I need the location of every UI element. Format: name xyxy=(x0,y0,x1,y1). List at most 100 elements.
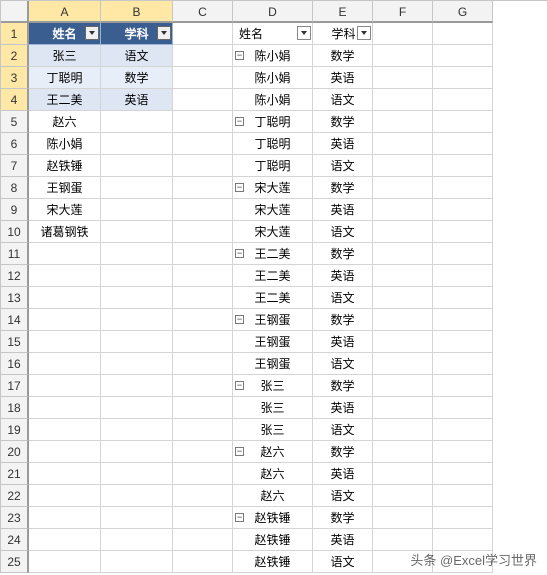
pivot-name-cell[interactable]: 王二美 xyxy=(233,265,313,287)
row-header-22[interactable]: 22 xyxy=(1,485,29,507)
empty-cell[interactable] xyxy=(29,397,101,419)
empty-cell[interactable] xyxy=(433,287,493,309)
empty-cell[interactable] xyxy=(433,133,493,155)
empty-cell[interactable] xyxy=(373,485,433,507)
empty-cell[interactable] xyxy=(373,89,433,111)
empty-cell[interactable] xyxy=(173,67,233,89)
empty-cell[interactable] xyxy=(373,529,433,551)
row-header-4[interactable]: 4 xyxy=(1,89,29,111)
row-header-23[interactable]: 23 xyxy=(1,507,29,529)
empty-cell[interactable] xyxy=(173,199,233,221)
empty-cell[interactable] xyxy=(173,463,233,485)
empty-cell[interactable] xyxy=(173,23,233,45)
empty-cell[interactable] xyxy=(101,529,173,551)
collapse-icon[interactable]: − xyxy=(235,249,244,258)
pivot-name-cell[interactable]: −赵六 xyxy=(233,441,313,463)
empty-cell[interactable] xyxy=(101,551,173,573)
empty-cell[interactable] xyxy=(101,331,173,353)
table-ab-cell[interactable]: 宋大莲 xyxy=(29,199,101,221)
table-ab-cell[interactable]: 张三 xyxy=(29,45,101,67)
row-header-7[interactable]: 7 xyxy=(1,155,29,177)
col-header-F[interactable]: F xyxy=(373,1,433,23)
empty-cell[interactable] xyxy=(433,221,493,243)
empty-cell[interactable] xyxy=(29,419,101,441)
table-ab-cell[interactable]: 赵铁锤 xyxy=(29,155,101,177)
row-header-9[interactable]: 9 xyxy=(1,199,29,221)
empty-cell[interactable] xyxy=(373,23,433,45)
table-ab-cell[interactable]: 丁聪明 xyxy=(29,67,101,89)
pivot-name-cell[interactable]: 丁聪明 xyxy=(233,155,313,177)
empty-cell[interactable] xyxy=(101,309,173,331)
pivot-subject-cell[interactable]: 数学 xyxy=(313,45,373,67)
empty-cell[interactable] xyxy=(173,177,233,199)
pivot-name-cell[interactable]: 宋大莲 xyxy=(233,221,313,243)
row-header-2[interactable]: 2 xyxy=(1,45,29,67)
empty-cell[interactable] xyxy=(173,397,233,419)
col-header-A[interactable]: A xyxy=(29,1,101,23)
empty-cell[interactable] xyxy=(173,45,233,67)
pivot-subject-cell[interactable]: 语文 xyxy=(313,419,373,441)
empty-cell[interactable] xyxy=(373,309,433,331)
row-header-5[interactable]: 5 xyxy=(1,111,29,133)
pivot-name-cell[interactable]: −丁聪明 xyxy=(233,111,313,133)
pivot-subject-cell[interactable]: 英语 xyxy=(313,397,373,419)
empty-cell[interactable] xyxy=(101,265,173,287)
empty-cell[interactable] xyxy=(173,221,233,243)
empty-cell[interactable] xyxy=(433,265,493,287)
empty-cell[interactable] xyxy=(29,551,101,573)
pivot-subject-cell[interactable]: 语文 xyxy=(313,89,373,111)
pivot-name-cell[interactable]: −陈小娟 xyxy=(233,45,313,67)
pivot-subject-cell[interactable]: 数学 xyxy=(313,507,373,529)
empty-cell[interactable] xyxy=(173,441,233,463)
pivot-name-cell[interactable]: 丁聪明 xyxy=(233,133,313,155)
corner-cell[interactable] xyxy=(1,1,29,23)
pivot-subject-cell[interactable]: 英语 xyxy=(313,331,373,353)
row-header-11[interactable]: 11 xyxy=(1,243,29,265)
empty-cell[interactable] xyxy=(433,155,493,177)
pivot-name-cell[interactable]: −王二美 xyxy=(233,243,313,265)
row-header-3[interactable]: 3 xyxy=(1,67,29,89)
empty-cell[interactable] xyxy=(433,397,493,419)
empty-cell[interactable] xyxy=(373,441,433,463)
empty-cell[interactable] xyxy=(29,243,101,265)
empty-cell[interactable] xyxy=(173,287,233,309)
empty-cell[interactable] xyxy=(373,155,433,177)
pivot-subject-cell[interactable]: 数学 xyxy=(313,243,373,265)
row-header-20[interactable]: 20 xyxy=(1,441,29,463)
empty-cell[interactable] xyxy=(433,177,493,199)
pivot-subject-cell[interactable]: 语文 xyxy=(313,287,373,309)
table-ab-cell[interactable]: 陈小娟 xyxy=(29,133,101,155)
table-ab-cell[interactable]: 数学 xyxy=(101,67,173,89)
row-header-25[interactable]: 25 xyxy=(1,551,29,573)
empty-cell[interactable] xyxy=(373,419,433,441)
pivot-name-cell[interactable]: 王钢蛋 xyxy=(233,353,313,375)
empty-cell[interactable] xyxy=(433,419,493,441)
empty-cell[interactable] xyxy=(29,463,101,485)
pivot-subject-cell[interactable]: 语文 xyxy=(313,485,373,507)
empty-cell[interactable] xyxy=(173,485,233,507)
empty-cell[interactable] xyxy=(29,529,101,551)
row-header-15[interactable]: 15 xyxy=(1,331,29,353)
pivot-subject-cell[interactable]: 英语 xyxy=(313,529,373,551)
empty-cell[interactable] xyxy=(173,331,233,353)
pivot-subject-cell[interactable]: 数学 xyxy=(313,111,373,133)
pivot-name-cell[interactable]: 陈小娟 xyxy=(233,89,313,111)
pivot-name-cell[interactable]: 陈小娟 xyxy=(233,67,313,89)
table-ab-cell[interactable] xyxy=(101,133,173,155)
row-header-16[interactable]: 16 xyxy=(1,353,29,375)
empty-cell[interactable] xyxy=(373,243,433,265)
table-ab-header-subject[interactable]: 学科 xyxy=(101,23,173,45)
empty-cell[interactable] xyxy=(173,375,233,397)
empty-cell[interactable] xyxy=(373,375,433,397)
spreadsheet-grid[interactable]: ABCDEFG1姓名学科姓名学科2张三语文−陈小娟数学3丁聪明数学陈小娟英语4王… xyxy=(0,0,547,573)
empty-cell[interactable] xyxy=(373,463,433,485)
empty-cell[interactable] xyxy=(101,507,173,529)
empty-cell[interactable] xyxy=(373,133,433,155)
collapse-icon[interactable]: − xyxy=(235,447,244,456)
empty-cell[interactable] xyxy=(101,463,173,485)
row-header-19[interactable]: 19 xyxy=(1,419,29,441)
pivot-name-cell[interactable]: 张三 xyxy=(233,419,313,441)
empty-cell[interactable] xyxy=(433,23,493,45)
pivot-subject-cell[interactable]: 数学 xyxy=(313,375,373,397)
row-header-8[interactable]: 8 xyxy=(1,177,29,199)
